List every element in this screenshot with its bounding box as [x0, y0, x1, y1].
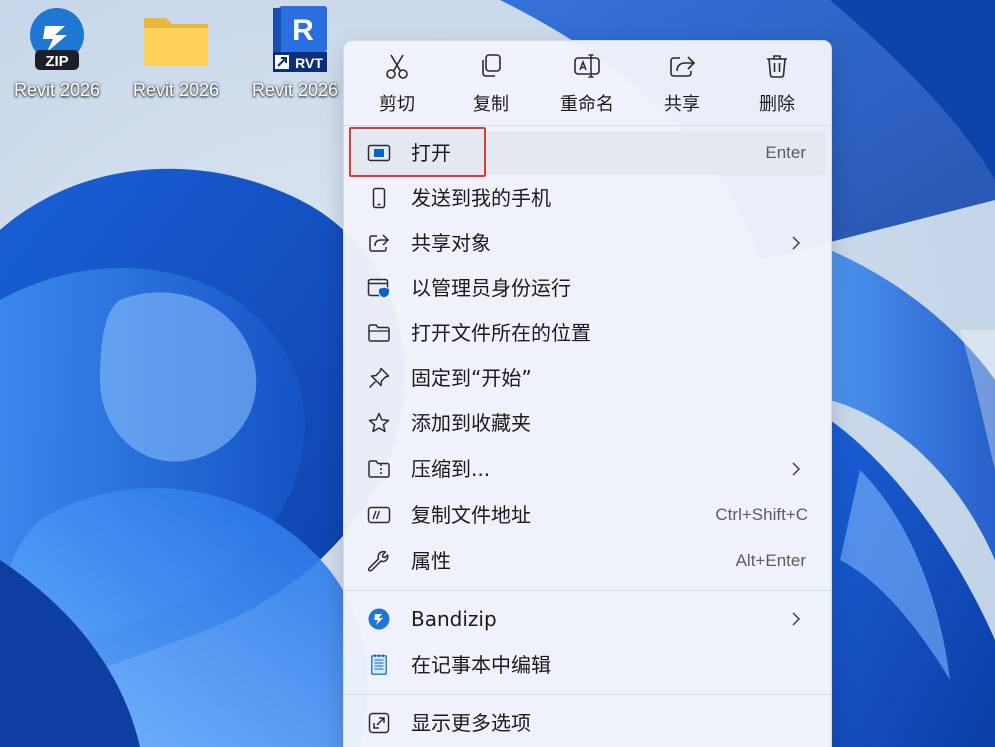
zip-badge-text: ZIP — [45, 53, 68, 70]
menu-item-label: 打开 — [411, 141, 451, 165]
menu-item-shortcut: Alt+Enter — [735, 551, 806, 570]
menu-item-run-as-admin[interactable]: 以管理员身份运行 — [350, 266, 826, 310]
share-icon — [670, 56, 696, 77]
menu-item-label: 打开文件所在的位置 — [411, 321, 591, 345]
desktop-icon-revit[interactable]: R RVT Revit 2026 — [240, 4, 350, 104]
delete-label: 删除 — [759, 94, 795, 115]
trash-icon — [767, 55, 787, 78]
notepad-icon — [367, 653, 391, 677]
admin-shield-icon — [367, 276, 391, 300]
menu-separator — [344, 125, 831, 126]
desktop-icon-folder[interactable]: Revit 2026 — [121, 4, 231, 104]
menu-separator — [344, 590, 831, 591]
menu-item-shortcut: Ctrl+Shift+C — [715, 505, 808, 524]
menu-item-label: Bandizip — [411, 607, 497, 631]
menu-item-pin-to-start[interactable]: 固定到“开始” — [350, 356, 826, 400]
context-menu: 剪切 复制 重命名 共享 删除 打开 Enter 发送到我的手机 共享对象 以管… — [343, 40, 832, 747]
menu-item-label: 在记事本中编辑 — [411, 653, 551, 677]
pin-icon — [367, 366, 391, 390]
share-icon — [367, 231, 391, 255]
menu-item-add-to-favorites[interactable]: 添加到收藏夹 — [350, 401, 826, 445]
menu-item-label: 共享对象 — [411, 231, 491, 255]
copy-icon — [482, 54, 501, 77]
chevron-right-icon — [792, 612, 801, 626]
menu-item-shortcut: Enter — [765, 143, 806, 162]
desktop-icon-label: Revit 2026 — [132, 80, 220, 100]
bandizip-zip-icon: ZIP — [21, 4, 93, 74]
revit-rvt-icon: R RVT — [259, 4, 331, 74]
menu-item-label: 固定到“开始” — [411, 366, 532, 390]
bandizip-icon — [367, 607, 391, 631]
share-label: 共享 — [664, 94, 700, 115]
menu-item-open-file-location[interactable]: 打开文件所在的位置 — [350, 311, 826, 355]
menu-item-properties[interactable]: 属性 Alt+Enter — [350, 539, 826, 583]
menu-item-bandizip[interactable]: Bandizip — [350, 597, 826, 641]
expand-icon — [367, 711, 391, 735]
rename-button[interactable]: 重命名 — [539, 51, 635, 121]
cut-label: 剪切 — [379, 94, 415, 115]
menu-item-copy-path[interactable]: 复制文件地址 Ctrl+Shift+C — [350, 493, 826, 537]
scissors-icon — [386, 54, 408, 79]
copy-path-icon — [367, 503, 391, 527]
menu-toolbar: 剪切 复制 重命名 共享 删除 — [344, 41, 831, 125]
star-icon — [367, 411, 391, 435]
delete-button[interactable]: 删除 — [729, 51, 825, 121]
rvt-badge-text: RVT — [295, 55, 323, 71]
desktop-icon-zip[interactable]: ZIP Revit 2026 — [2, 4, 112, 104]
menu-item-label: 显示更多选项 — [411, 711, 531, 735]
folder-icon — [140, 4, 212, 74]
wrench-icon — [367, 549, 391, 573]
menu-item-open[interactable]: 打开 Enter — [350, 131, 826, 175]
menu-item-compress-to[interactable]: 压缩到... — [350, 447, 826, 491]
copy-label: 复制 — [473, 94, 509, 115]
menu-item-label: 添加到收藏夹 — [411, 411, 531, 435]
cut-button[interactable]: 剪切 — [349, 51, 445, 121]
revit-letter: R — [292, 14, 314, 47]
chevron-right-icon — [792, 462, 801, 476]
menu-item-label: 发送到我的手机 — [411, 186, 551, 210]
menu-item-label: 以管理员身份运行 — [411, 276, 571, 300]
folder-icon — [367, 321, 391, 345]
menu-separator — [344, 694, 831, 695]
desktop-icon-label: Revit 2026 — [13, 80, 101, 100]
menu-item-edit-in-notepad[interactable]: 在记事本中编辑 — [350, 643, 826, 687]
rename-icon — [574, 54, 600, 78]
phone-icon — [367, 186, 391, 210]
rename-label: 重命名 — [560, 94, 614, 115]
menu-item-send-to-phone[interactable]: 发送到我的手机 — [350, 176, 826, 220]
menu-item-label: 压缩到... — [411, 457, 491, 481]
menu-item-label: 属性 — [411, 549, 451, 573]
copy-button[interactable]: 复制 — [443, 51, 539, 121]
desktop-icon-label: Revit 2026 — [251, 80, 339, 100]
menu-item-show-more-options[interactable]: 显示更多选项 — [350, 701, 826, 745]
zip-folder-icon — [367, 457, 391, 481]
chevron-right-icon — [792, 236, 801, 250]
menu-item-label: 复制文件地址 — [411, 503, 531, 527]
open-app-icon — [367, 141, 391, 165]
menu-item-share-object[interactable]: 共享对象 — [350, 221, 826, 265]
share-button[interactable]: 共享 — [634, 51, 730, 121]
desktop: ZIP Revit 2026 Revit 2026 R RVT Revit 20… — [0, 0, 995, 747]
